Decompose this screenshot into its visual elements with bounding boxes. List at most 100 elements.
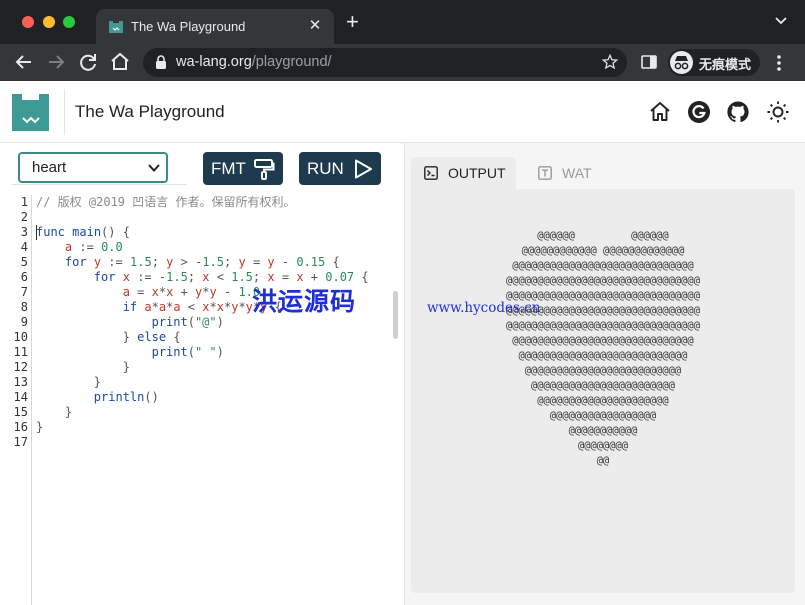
home-browser-icon[interactable] [108,50,132,74]
code-text: a := 0.0 [64,240,123,254]
code-text: println() [93,390,159,404]
window-zoom-button[interactable] [63,16,75,28]
url-text: wa-lang.org/playground/ [176,54,332,70]
code-line[interactable]: 16} [0,420,392,435]
address-bar[interactable]: wa-lang.org/playground/ [143,48,627,77]
line-number: 17 [13,435,28,449]
code-text: } [93,375,102,389]
line-number: 3 [20,225,28,239]
code-line[interactable]: 3 func main() { [0,225,392,240]
tab-title: The Wa Playground [131,19,246,34]
example-select[interactable]: heart [18,152,168,183]
sun-icon[interactable] [766,100,790,124]
code-text: } [64,405,73,419]
line-number: 6 [20,270,28,284]
code-line[interactable]: 5 for y := 1.5; y > -1.5; y = y - 0.15 { [0,255,392,270]
fmt-button-label: FMT [211,159,246,178]
g-icon[interactable] [687,100,711,124]
line-number: 2 [20,210,28,224]
app-header: The Wa Playground [0,81,805,143]
code-text: a = x*x + y*y - 1.0 [122,285,261,299]
browser-tab-active[interactable]: The Wa Playground ✕ [96,9,334,44]
browser-tab-bar: The Wa Playground ✕ + [0,0,805,44]
line-number: 14 [13,390,28,404]
output-console: @@@@@@ @@@@@@ @@@@@@@@@@@@ @@@@@@@@@@@@@… [411,189,795,593]
fmt-button[interactable]: FMT [203,152,283,185]
code-line[interactable]: 10 } else { [0,330,392,345]
window-minimize-button[interactable] [43,16,55,28]
line-number: 12 [13,360,28,374]
line-number: 5 [20,255,28,269]
line-number: 8 [20,300,28,314]
terminal-icon [424,166,438,180]
tab-output-label: OUTPUT [448,165,506,181]
close-tab-icon[interactable]: ✕ [306,16,324,34]
header-divider [64,89,65,135]
watermark-url: www.hycodes.cn [427,300,541,316]
code-line[interactable]: 14 println() [0,390,392,405]
new-tab-button[interactable]: + [346,11,359,33]
code-line[interactable]: 13 } [0,375,392,390]
code-line[interactable]: 4 a := 0.0 [0,240,392,255]
incognito-icon [670,51,693,74]
code-line[interactable]: 11 print(" ") [0,345,392,360]
code-text: func main() { [36,225,130,239]
forward-arrow-icon[interactable] [44,50,68,74]
code-line[interactable]: 2 [0,210,392,225]
text-box-icon [538,166,552,180]
code-line[interactable]: 12 } [0,360,392,375]
line-number: 7 [20,285,28,299]
paint-roller-icon [254,159,275,180]
home-icon[interactable] [648,100,672,124]
output-text: @@@@@@ @@@@@@ @@@@@@@@@@@@ @@@@@@@@@@@@@… [506,230,700,467]
line-number: 11 [13,345,28,359]
code-editor[interactable]: 1 // 版权 @2019 凹语言 作者。保留所有权利。 2 3 func main()… [0,195,395,605]
code-text: } [122,360,130,374]
code-text: print(" ") [151,345,224,359]
tab-wat-label: WAT [562,165,592,181]
line-number: 4 [20,240,28,254]
tab-search-chevron-icon[interactable] [775,14,787,28]
code-line[interactable]: 15 } [0,405,392,420]
code-text: if a*a*a < x*x*y*y*y { [122,300,282,314]
output-pane: OUTPUT WAT @@@@@@ @@@@@@ @@@@@@@@@@@@ @@… [404,143,805,605]
incognito-label: 无痕模式 [699,57,752,72]
side-panel-icon[interactable] [640,53,658,71]
line-number: 9 [20,315,28,329]
github-icon[interactable] [726,100,750,124]
editor-pane: heart FMT RUN 1 // 版权 @2019 凹语言 作者。保留所有权利… [0,143,400,605]
line-number: 15 [13,405,28,419]
code-text: } else { [122,330,181,344]
playground-app: The Wa Playground heart FMT RUN 1 // 版权 … [0,81,805,605]
line-number: 10 [13,330,28,344]
back-arrow-icon[interactable] [12,50,36,74]
code-line[interactable]: 1 // 版权 @2019 凹语言 作者。保留所有权利。 [0,195,392,210]
code-text: print("@") [151,315,224,329]
code-text: for y := 1.5; y > -1.5; y = y - 0.15 { [64,255,340,269]
page-title: The Wa Playground [75,102,225,121]
select-divider [12,184,187,185]
browser-toolbar: wa-lang.org/playground/ 无痕模式 [0,44,805,81]
line-number: 16 [13,420,28,434]
watermark-text: 洪运源码 [252,288,357,316]
tab-output[interactable]: OUTPUT [411,157,516,189]
code-line[interactable]: 17 [0,435,392,450]
line-number: 13 [13,375,28,389]
play-icon [355,159,372,179]
wa-favicon-icon [109,21,123,33]
code-text: // 版权 @2019 凹语言 作者。保留所有权利。 [36,195,296,209]
reload-icon[interactable] [76,50,100,74]
run-button-label: RUN [307,159,344,178]
incognito-badge[interactable]: 无痕模式 [668,49,760,76]
browser-menu-icon[interactable] [777,54,781,72]
code-text: } [36,420,44,434]
chevron-down-icon [148,164,160,172]
tab-wat[interactable]: WAT [525,157,605,189]
example-select-value: heart [32,159,67,176]
window-close-button[interactable] [22,16,34,28]
run-button[interactable]: RUN [299,152,381,185]
lock-icon [156,55,166,69]
bookmark-star-icon[interactable] [601,53,619,71]
wa-logo-icon[interactable] [12,94,49,131]
editor-scrollbar[interactable] [393,291,398,339]
